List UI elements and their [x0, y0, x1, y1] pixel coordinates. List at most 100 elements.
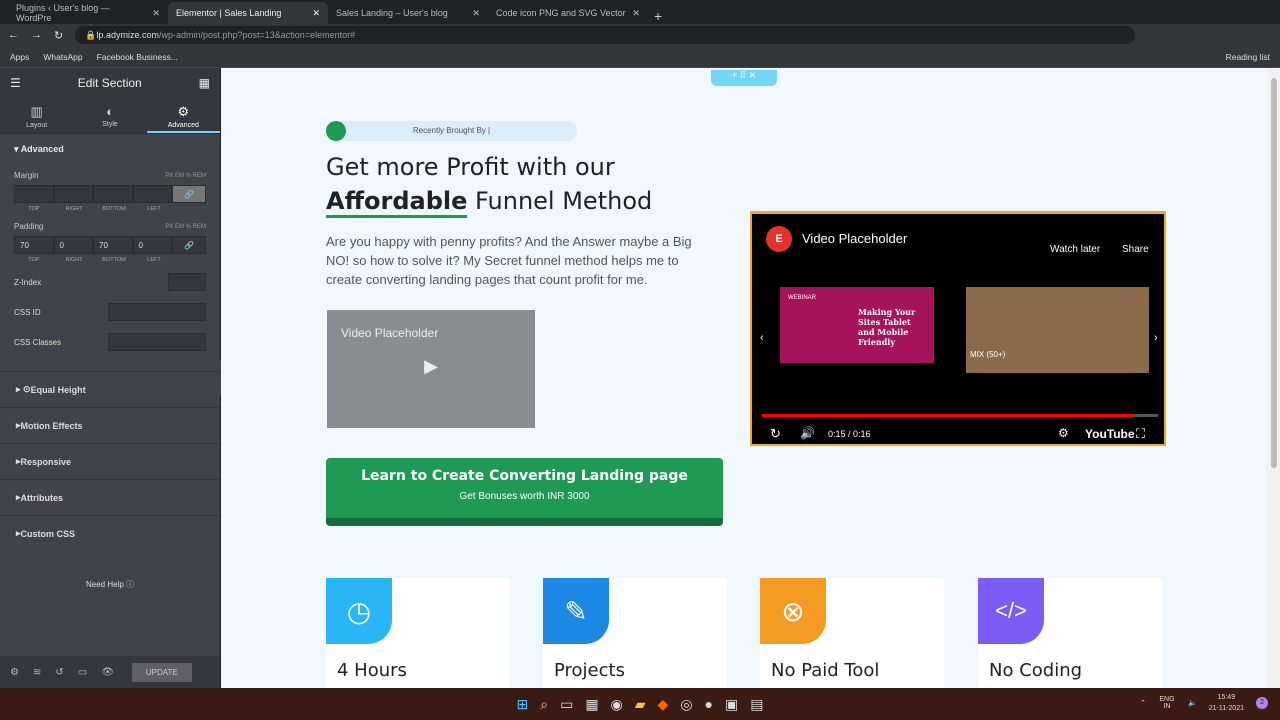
accordion-label: Custom CSS	[20, 528, 76, 539]
bookmark-facebook[interactable]: Facebook Business...	[97, 52, 178, 62]
accordion-equal-height[interactable]: ▸ ⊙ Equal Height	[0, 371, 220, 407]
dim-label: TOP	[28, 257, 40, 263]
video-thumbnail[interactable]: WEBINAR Making Your Sites Tablet and Mobi…	[780, 287, 934, 363]
lock-icon: 🔒	[85, 29, 97, 40]
bookmark-apps[interactable]: Apps	[10, 52, 29, 62]
chat-icon[interactable]: ◉	[611, 696, 623, 713]
volume-icon[interactable]: 🔊	[800, 426, 815, 440]
cta-title: Learn to Create Converting Landing page	[361, 468, 688, 484]
css-classes-input[interactable]	[108, 333, 206, 351]
youtube-logo[interactable]: YouTube	[1085, 427, 1135, 441]
forward-icon[interactable]: →	[31, 29, 42, 41]
explorer-icon[interactable]: ▰	[635, 696, 646, 713]
taskview-icon[interactable]: ▭	[560, 696, 573, 713]
language-indicator[interactable]: ENG IN	[1158, 696, 1176, 710]
close-icon[interactable]: ✕	[312, 8, 320, 19]
grid-icon[interactable]: ▦	[199, 76, 210, 90]
url-input[interactable]: 🔒 lp.adymize.com/wp-admin/post.php?post=…	[75, 26, 1136, 44]
padding-label: Padding	[14, 222, 44, 231]
margin-bottom[interactable]	[93, 185, 133, 203]
padding-left[interactable]: 0	[132, 236, 172, 254]
code-icon: </>	[978, 578, 1044, 644]
css-id-input[interactable]	[108, 303, 206, 321]
close-icon[interactable]: ✕	[152, 8, 160, 19]
padding-right[interactable]: 0	[53, 236, 93, 254]
cta-button[interactable]: Learn to Create Converting Landing page G…	[326, 458, 723, 526]
reload-icon[interactable]: ↻	[54, 29, 63, 42]
responsive-icon[interactable]: ▭	[78, 667, 87, 678]
section-handle[interactable]: + ⠿ ✕	[711, 70, 777, 86]
fullscreen-icon[interactable]: ⛶	[1136, 426, 1145, 442]
brave-icon[interactable]: ◆	[658, 696, 669, 713]
tab-advanced[interactable]: ⚙ Advanced	[146, 98, 220, 133]
accordion-motion-effects[interactable]: ▸ Motion Effects	[0, 407, 220, 443]
browser-tab[interactable]: Code icon PNG and SVG Vector ✕	[488, 2, 648, 24]
unit-selector[interactable]: PX EM % REM	[165, 224, 206, 230]
filmora-icon[interactable]: ▣	[725, 696, 738, 713]
accordion-responsive[interactable]: ▸ Responsive	[0, 443, 220, 479]
section-advanced[interactable]: ▾ Advanced	[14, 134, 206, 165]
accordion-attributes[interactable]: ▸ Attributes	[0, 479, 220, 515]
back-icon[interactable]: ←	[8, 29, 19, 41]
settings-icon[interactable]: ⚙	[10, 667, 19, 678]
video-title: Video Placeholder	[802, 231, 908, 246]
padding-inputs: 70 0 70 0 🔗	[14, 236, 206, 254]
share-button[interactable]: Share	[1122, 244, 1149, 255]
scrollbar[interactable]	[1267, 68, 1280, 688]
tab-style[interactable]: ◐ Style	[73, 98, 146, 133]
preview-icon[interactable]: 👁	[101, 667, 114, 678]
close-icon[interactable]: ✕	[632, 8, 640, 19]
browser-tab[interactable]: Elementor | Sales Landing ✕	[168, 2, 328, 24]
start-icon[interactable]: ⊞	[517, 696, 529, 713]
padding-bottom[interactable]: 70	[93, 236, 133, 254]
link-icon[interactable]: 🔗	[172, 185, 206, 203]
badge-text: Recently Brought By |	[412, 126, 491, 135]
chevron-up-icon[interactable]: ⌃	[1140, 699, 1146, 707]
volume-icon[interactable]: 🔈	[1188, 699, 1197, 707]
notification-badge[interactable]: 2	[1256, 697, 1268, 709]
search-icon[interactable]: ⌕	[540, 696, 548, 713]
margin-inputs: 🔗	[14, 185, 206, 203]
tab-layout[interactable]: ▥ Layout	[0, 98, 73, 133]
tab-label: Elementor | Sales Landing	[176, 8, 282, 18]
play-icon[interactable]: ▶	[327, 356, 535, 377]
notepad-icon[interactable]: ▤	[750, 696, 763, 713]
browser-tab[interactable]: Sales Landing – User's blog ✕	[328, 2, 488, 24]
progress-bar[interactable]	[762, 414, 1158, 417]
update-button[interactable]: UPDATE	[131, 662, 192, 682]
replay-icon[interactable]: ↻	[770, 426, 781, 442]
need-help-link[interactable]: Need Help ⓘ	[0, 579, 220, 590]
margin-right[interactable]	[53, 185, 93, 203]
prev-icon[interactable]: ‹	[760, 332, 764, 344]
close-icon[interactable]: ✕	[472, 8, 480, 19]
padding-top[interactable]: 70	[14, 236, 54, 254]
accordion-custom-css[interactable]: ▸ Custom CSS	[0, 515, 220, 551]
card-title: No Coding	[989, 660, 1083, 681]
small-video-placeholder[interactable]: Video Placeholder ▶	[327, 310, 535, 428]
unit-selector[interactable]: PX EM % REM	[165, 173, 206, 179]
zindex-input[interactable]	[168, 273, 206, 291]
clock[interactable]: 15:49 21-11-2021	[1209, 692, 1244, 714]
settings-icon[interactable]: ⚙	[1058, 426, 1069, 440]
bookmarks-bar: Apps WhatsApp Facebook Business... Readi…	[0, 46, 1280, 68]
youtube-video[interactable]: E Video Placeholder Watch later Share WE…	[750, 211, 1166, 446]
watch-later-button[interactable]: Watch later	[1050, 244, 1100, 255]
new-tab-button[interactable]: +	[654, 8, 662, 24]
link-icon[interactable]: 🔗	[172, 236, 206, 254]
dim-label: RIGHT	[65, 206, 83, 212]
margin-top[interactable]	[14, 185, 54, 203]
tab-label: Plugins ‹ User's blog — WordPre	[16, 3, 110, 23]
margin-left[interactable]	[132, 185, 172, 203]
layers-icon[interactable]: ≋	[33, 667, 41, 678]
reading-list[interactable]: Reading list	[1226, 52, 1270, 62]
app-icon[interactable]: ●	[705, 696, 713, 712]
next-icon[interactable]: ›	[1154, 332, 1158, 344]
video-thumbnail[interactable]: MIX (50+)	[966, 287, 1149, 373]
bookmark-whatsapp[interactable]: WhatsApp	[43, 52, 82, 62]
chrome-icon[interactable]: ◎	[680, 696, 692, 713]
widgets-icon[interactable]: ▦	[585, 696, 598, 713]
browser-tab[interactable]: Plugins ‹ User's blog — WordPre ✕	[8, 2, 168, 24]
dim-label: TOP	[28, 206, 40, 212]
history-icon[interactable]: ↺	[55, 667, 63, 678]
menu-icon[interactable]: ☰	[10, 76, 21, 90]
